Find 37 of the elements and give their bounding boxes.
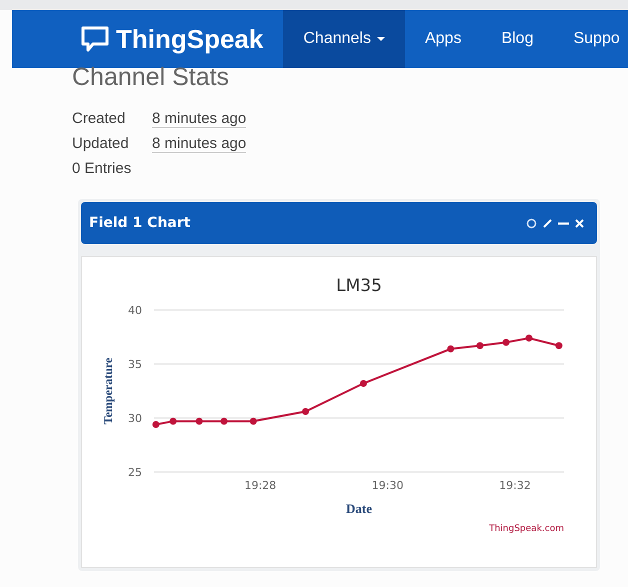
- comment-icon[interactable]: [526, 218, 537, 228]
- credit-link[interactable]: ThingSpeak.com: [489, 524, 564, 534]
- x-tick-label: 19:32: [499, 479, 531, 492]
- y-axis-title: Temperature: [101, 358, 115, 424]
- nav-link[interactable]: Channels: [283, 10, 405, 68]
- panel-title: Field 1 Chart: [89, 215, 190, 231]
- y-tick-label: 25: [128, 466, 142, 479]
- data-point: [525, 334, 532, 342]
- chat-bubble-icon: [80, 25, 110, 53]
- data-point: [302, 408, 310, 416]
- data-point: [170, 418, 177, 425]
- y-tick-label: 30: [128, 412, 142, 425]
- data-point: [152, 420, 160, 428]
- nav-link[interactable]: Apps: [404, 10, 482, 68]
- stat-label: Updated: [72, 135, 130, 152]
- data-point: [555, 342, 562, 350]
- stat-label: Created: [72, 110, 126, 127]
- data-point: [250, 418, 257, 425]
- x-tick-label: 19:28: [244, 479, 276, 492]
- data-point: [360, 380, 367, 387]
- nav-link[interactable]: Blog: [481, 10, 554, 68]
- chart-title: LM35: [336, 276, 382, 296]
- y-tick-label: 35: [128, 358, 142, 371]
- data-point: [196, 418, 203, 425]
- data-point: [220, 418, 228, 425]
- stat-label: 0 Entries: [72, 160, 132, 177]
- data-point: [476, 342, 484, 350]
- stat-value: 8 minutes ago: [152, 110, 246, 128]
- stat-value: 8 minutes ago: [152, 134, 246, 152]
- y-tick-label: 40: [128, 304, 142, 317]
- close-icon[interactable]: [574, 218, 585, 228]
- data-point: [447, 345, 454, 352]
- pencil-icon[interactable]: [542, 218, 553, 228]
- x-tick-label: 19:30: [372, 479, 404, 492]
- nav-link[interactable]: Suppo: [553, 10, 628, 68]
- data-point: [502, 338, 510, 346]
- x-axis-title: Date: [346, 501, 372, 516]
